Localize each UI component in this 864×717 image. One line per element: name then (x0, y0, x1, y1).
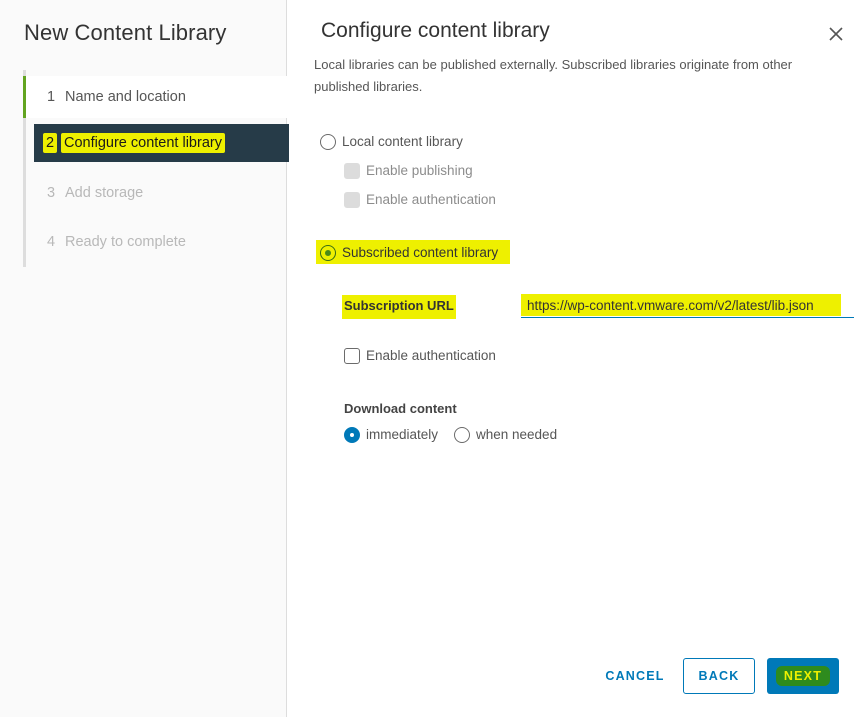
step-add-storage: 3 Add storage (26, 174, 290, 212)
step-ready-to-complete: 4 Ready to complete (26, 223, 290, 261)
local-library-radio[interactable] (320, 134, 336, 150)
step-label: Configure content library (61, 133, 225, 153)
step-label: Name and location (65, 89, 186, 105)
next-button[interactable]: NEXT (767, 658, 839, 694)
next-button-label: NEXT (775, 666, 831, 686)
subscribed-library-label: Subscribed content library (342, 245, 499, 260)
download-immediately-label: immediately (366, 427, 439, 442)
step-number: 1 (47, 89, 56, 105)
subscribed-enable-authentication-label: Enable authentication (366, 348, 496, 363)
subscribed-enable-authentication-checkbox[interactable] (344, 348, 360, 364)
page-description: Local libraries can be published externa… (314, 57, 793, 94)
wizard-sidebar: New Content Library 1 Name and location … (0, 0, 290, 717)
download-when-needed-label: when needed (476, 427, 558, 442)
subscription-url-input[interactable] (521, 294, 854, 318)
local-enable-authentication-label: Enable authentication (366, 192, 496, 207)
local-library-label: Local content library (342, 134, 463, 149)
enable-publishing-checkbox (344, 163, 360, 179)
download-when-needed-radio[interactable] (454, 427, 470, 443)
close-icon[interactable] (826, 24, 846, 44)
step-configure-content-library[interactable]: 2 Configure content library (34, 124, 289, 162)
step-number: 3 (47, 185, 56, 201)
page-title: Configure content library (321, 19, 550, 42)
download-content-label: Download content (344, 401, 457, 416)
cancel-button[interactable]: CANCEL (598, 658, 672, 694)
subscription-url-label: Subscription URL (344, 298, 454, 313)
step-number: 4 (47, 234, 56, 250)
subscribed-library-radio[interactable] (320, 245, 336, 261)
enable-publishing-label: Enable publishing (366, 163, 473, 178)
step-label: Ready to complete (65, 234, 186, 250)
wizard-steps: 1 Name and location 2 Configure content … (23, 70, 290, 267)
wizard-title: New Content Library (24, 20, 227, 45)
step-label: Add storage (65, 185, 144, 201)
download-immediately-radio[interactable] (344, 427, 360, 443)
local-enable-authentication-checkbox (344, 192, 360, 208)
back-button[interactable]: BACK (683, 658, 755, 694)
step-name-and-location[interactable]: 1 Name and location (23, 76, 287, 118)
